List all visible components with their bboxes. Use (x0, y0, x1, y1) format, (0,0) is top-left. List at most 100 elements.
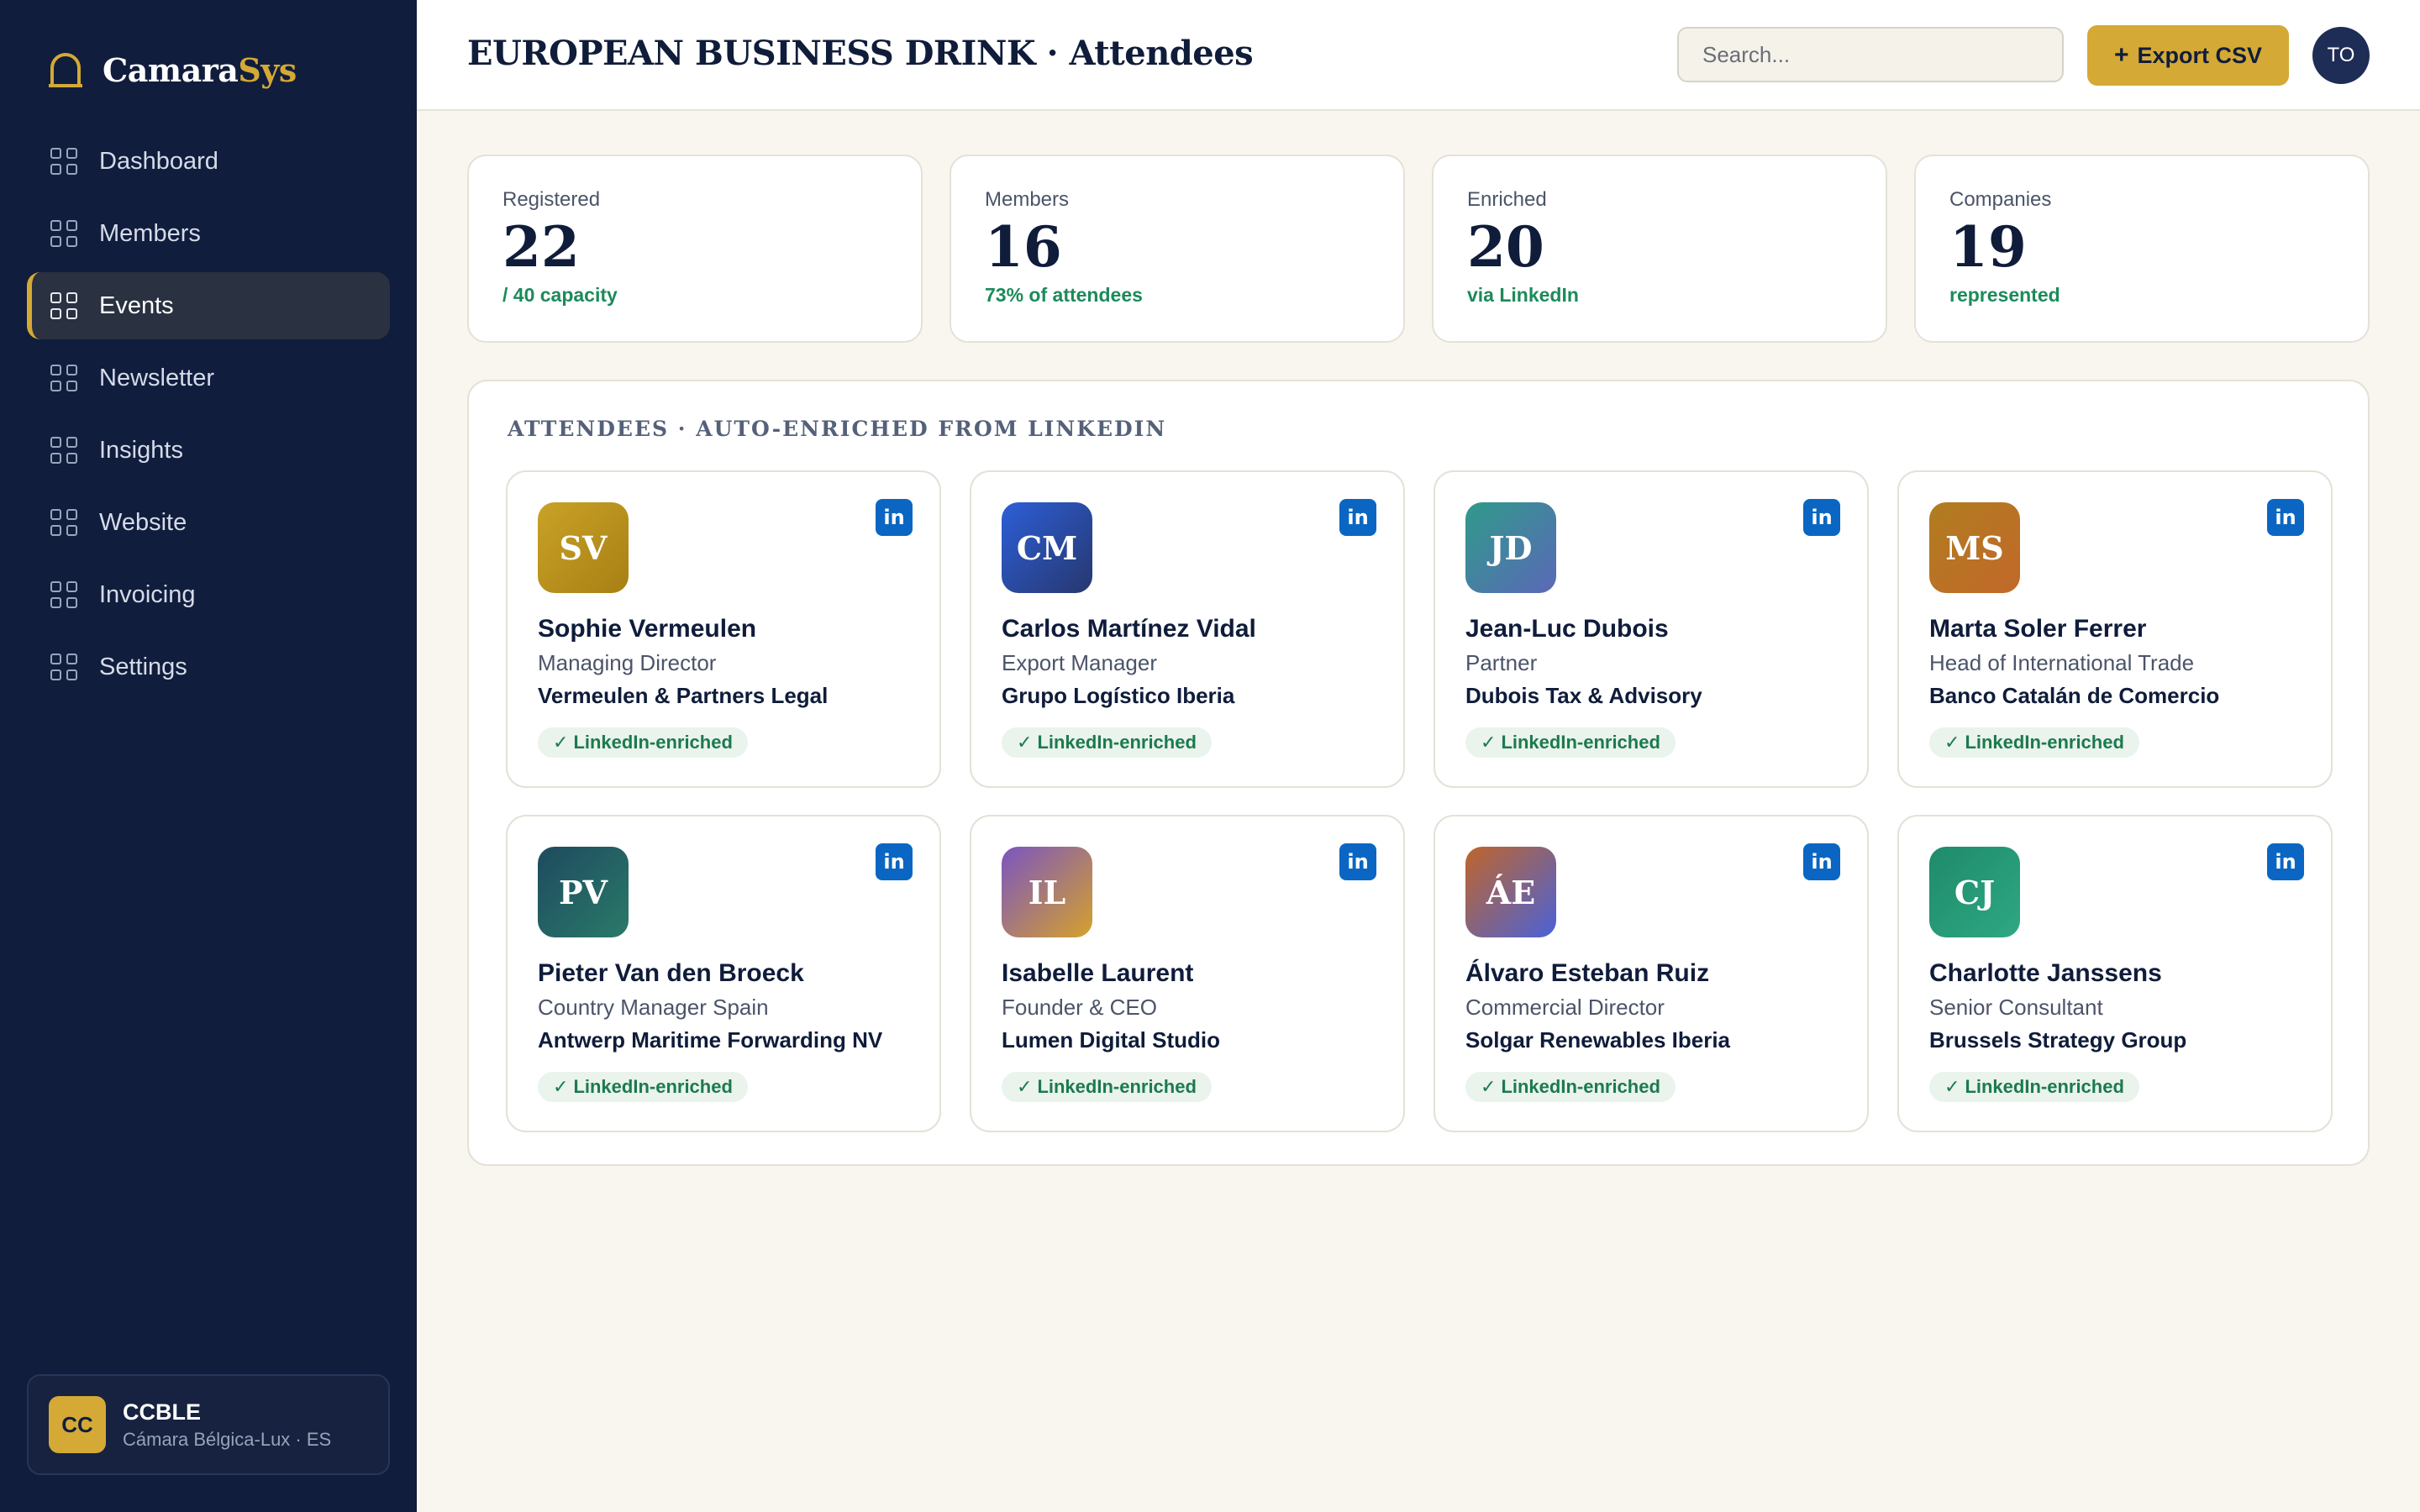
enriched-label: LinkedIn-enriched (1501, 1076, 1660, 1097)
attendee-card[interactable]: PV in Pieter Van den Broeck Country Manager… (506, 815, 941, 1132)
attendees-panel: ATTENDEES · AUTO-ENRICHED FROM LINKEDIN … (467, 380, 2370, 1166)
stat-note: via LinkedIn (1467, 284, 1579, 306)
attendee-role: Senior Consultant (1929, 995, 2103, 1020)
sidebar-item-invoicing[interactable]: Invoicing (27, 561, 390, 628)
attendee-company: Antwerp Maritime Forwarding NV (538, 1027, 883, 1053)
attendee-role: Country Manager Spain (538, 995, 769, 1020)
attendee-role: Founder & CEO (1002, 995, 1157, 1020)
search-input[interactable] (1677, 27, 2064, 82)
attendee-card[interactable]: ÁE in Álvaro Esteban Ruiz Commercial Direct… (1434, 815, 1869, 1132)
check-icon: ✓ (1944, 1076, 1960, 1098)
linkedin-enriched-badge: ✓ LinkedIn-enriched (1465, 727, 1676, 758)
attendee-role: Export Manager (1002, 650, 1157, 675)
attendee-company: Lumen Digital Studio (1002, 1027, 1220, 1053)
attendee-role: Head of International Trade (1929, 650, 2195, 675)
attendee-avatar: CM (1002, 502, 1092, 593)
app-logo[interactable]: CamaraSys (47, 49, 297, 91)
linkedin-icon[interactable]: in (876, 843, 913, 880)
attendee-avatar: IL (1002, 847, 1092, 937)
sidebar-item-label: Newsletter (99, 364, 214, 391)
linkedin-icon[interactable]: in (1339, 843, 1376, 880)
attendee-avatar: SV (538, 502, 629, 593)
sidebar-item-website[interactable]: Website (27, 489, 390, 556)
attendee-company: Banco Catalán de Comercio (1929, 683, 2220, 708)
check-icon: ✓ (1481, 1076, 1497, 1098)
sidebar-item-label: Website (99, 508, 187, 536)
attendee-card[interactable]: JD in Jean-Luc Dubois Partner Dubois Tax & A… (1434, 470, 1869, 788)
sidebar-nav: Dashboard Members Events Newsletter Insights… (27, 128, 390, 706)
enriched-label: LinkedIn-enriched (1037, 732, 1197, 753)
sidebar-item-label: Dashboard (99, 147, 218, 175)
linkedin-icon[interactable]: in (1339, 499, 1376, 536)
sidebar-item-label: Members (99, 219, 201, 247)
org-name: CCBLE (123, 1399, 201, 1425)
attendee-card[interactable]: MS in Marta Soler Ferrer Head of Internatio… (1897, 470, 2333, 788)
attendee-role: Partner (1465, 650, 1538, 675)
export-csv-label: Export CSV (2137, 42, 2263, 68)
check-icon: ✓ (1017, 732, 1033, 753)
org-avatar: CC (49, 1396, 106, 1453)
attendee-card[interactable]: SV in Sophie Vermeulen Managing Director Ver… (506, 470, 941, 788)
linkedin-icon[interactable]: in (1803, 843, 1840, 880)
sidebar-item-events[interactable]: Events (27, 272, 390, 339)
linkedin-icon[interactable]: in (1803, 499, 1840, 536)
enriched-label: LinkedIn-enriched (573, 1076, 733, 1097)
attendee-avatar: PV (538, 847, 629, 937)
stat-label: Enriched (1467, 188, 1547, 211)
attendee-name: Marta Soler Ferrer (1929, 615, 2147, 643)
attendee-name: Jean-Luc Dubois (1465, 615, 1669, 643)
stat-value: 16 (985, 214, 1062, 280)
attendee-avatar: MS (1929, 502, 2020, 593)
grid-icon (50, 581, 77, 608)
linkedin-icon[interactable]: in (2267, 843, 2304, 880)
attendee-card[interactable]: IL in Isabelle Laurent Founder & CEO Lumen D… (970, 815, 1405, 1132)
sidebar-item-settings[interactable]: Settings (27, 633, 390, 701)
org-switcher[interactable]: CC CCBLE Cámara Bélgica-Lux · ES (27, 1374, 390, 1475)
stat-label: Companies (1949, 188, 2052, 211)
attendee-card[interactable]: CM in Carlos Martínez Vidal Export Manager G… (970, 470, 1405, 788)
attendee-name: Isabelle Laurent (1002, 959, 1194, 987)
linkedin-icon[interactable]: in (876, 499, 913, 536)
linkedin-enriched-badge: ✓ LinkedIn-enriched (1465, 1072, 1676, 1102)
grid-icon (50, 148, 77, 175)
app-name: CamaraSys (103, 50, 297, 89)
export-csv-button[interactable]: + Export CSV (2087, 25, 2289, 86)
attendee-name: Carlos Martínez Vidal (1002, 615, 1256, 643)
sidebar-item-dashboard[interactable]: Dashboard (27, 128, 390, 195)
attendee-company: Dubois Tax & Advisory (1465, 683, 1702, 708)
attendee-company: Vermeulen & Partners Legal (538, 683, 829, 708)
grid-icon (50, 509, 77, 536)
topbar: EUROPEAN BUSINESS DRINK · Attendees + Ex… (417, 0, 2420, 111)
user-avatar[interactable]: TO (2312, 27, 2370, 84)
attendee-name: Álvaro Esteban Ruiz (1465, 959, 1710, 987)
attendee-company: Grupo Logístico Iberia (1002, 683, 1235, 708)
attendees-grid: SV in Sophie Vermeulen Managing Director Ver… (506, 470, 2334, 1132)
stat-card-registered: Registered 22 / 40 capacity (467, 155, 923, 343)
linkedin-enriched-badge: ✓ LinkedIn-enriched (1002, 727, 1212, 758)
sidebar-item-insights[interactable]: Insights (27, 417, 390, 484)
sidebar: CamaraSys Dashboard Members Events Newslett… (0, 0, 417, 1512)
check-icon: ✓ (553, 732, 569, 753)
stat-card-companies: Companies 19 represented (1914, 155, 2370, 343)
attendees-panel-title: ATTENDEES · AUTO-ENRICHED FROM LINKEDIN (508, 417, 1167, 441)
attendee-card[interactable]: CJ in Charlotte Janssens Senior Consultant B… (1897, 815, 2333, 1132)
linkedin-icon[interactable]: in (2267, 499, 2304, 536)
sidebar-item-label: Events (99, 291, 174, 319)
sidebar-item-newsletter[interactable]: Newsletter (27, 344, 390, 412)
bell-icon (49, 53, 82, 87)
plus-icon: + (2113, 41, 2129, 69)
grid-icon (50, 292, 77, 319)
sidebar-item-members[interactable]: Members (27, 200, 390, 267)
grid-icon (50, 654, 77, 680)
stat-note: 73% of attendees (985, 284, 1143, 306)
attendee-avatar: CJ (1929, 847, 2020, 937)
enriched-label: LinkedIn-enriched (1037, 1076, 1197, 1097)
attendee-role: Commercial Director (1465, 995, 1665, 1020)
linkedin-enriched-badge: ✓ LinkedIn-enriched (1929, 1072, 2139, 1102)
attendee-company: Solgar Renewables Iberia (1465, 1027, 1731, 1053)
check-icon: ✓ (1017, 1076, 1033, 1098)
attendee-role: Managing Director (538, 650, 717, 675)
attendee-name: Charlotte Janssens (1929, 959, 2162, 987)
attendee-avatar: ÁE (1465, 847, 1556, 937)
attendee-name: Sophie Vermeulen (538, 615, 757, 643)
